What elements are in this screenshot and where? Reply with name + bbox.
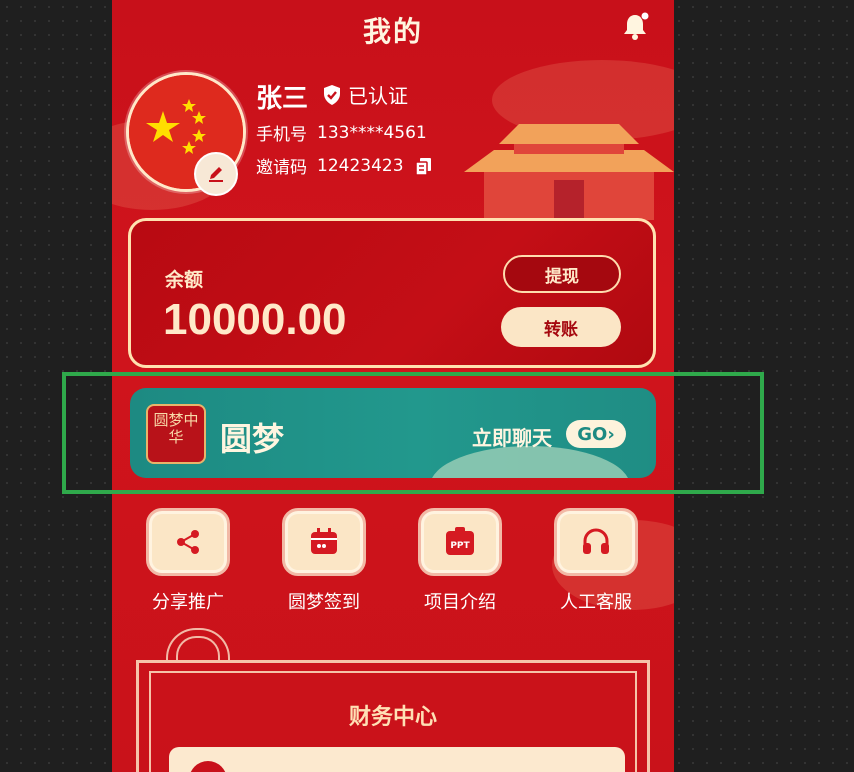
go-button[interactable]: GO› [566,420,626,448]
invite-label: 邀请码 [256,158,307,178]
menu-icon-frame [282,508,366,576]
balance-label: 余额 [165,269,204,291]
balance-value: 10000.00 [163,295,347,344]
menu-item-support[interactable]: 人工客服 [536,508,656,614]
finance-title: 财务中心 [348,705,437,730]
user-name: 张三 [256,84,309,114]
banner-cta[interactable]: 立即聊天 [472,422,552,451]
copy-icon[interactable] [414,156,434,176]
verified-badge: 已认证 [320,80,408,109]
banner-logo: 圆梦中华 [146,404,206,464]
menu-label: 人工客服 [560,592,632,613]
calendar-icon [311,528,337,554]
finance-center-panel: 财务中心 [136,660,650,772]
finance-row[interactable] [169,747,625,772]
balance-card: 余额 10000.00 提现 转账 [128,218,656,368]
invite-value: 12423423 [317,155,404,176]
share-icon [177,530,199,554]
menu-item-share[interactable]: 分享推广 [128,508,248,614]
menu-icon-frame [146,508,230,576]
menu-label: 圆梦签到 [288,592,360,613]
menu-icon-frame [554,508,638,576]
shield-check-icon [324,84,340,105]
headphones-icon [583,528,609,554]
svg-text:PPT: PPT [450,541,470,551]
phone-value: 133****4561 [317,122,427,143]
invite-row: 邀请码 12423423 [256,153,434,178]
finance-row-icon [189,761,227,772]
palace-illustration [464,124,674,220]
bell-icon[interactable] [618,10,652,44]
menu-icon-frame: PPT [418,508,502,576]
phone-row: 手机号 133****4561 [256,120,427,146]
page-title: 我的 [362,15,423,48]
mobile-screen: 我的 张三 已认证 手机号 133****4561 邀请码 12423423 余… [112,0,674,772]
menu-item-project[interactable]: PPT 项目介绍 [400,508,520,614]
menu-label: 分享推广 [152,592,224,613]
edit-avatar-button[interactable] [194,152,238,196]
menu-label: 项目介绍 [424,592,496,613]
ppt-icon: PPT [446,527,474,555]
banner-title: 圆梦 [220,420,285,458]
transfer-button[interactable]: 转账 [501,307,621,347]
verified-label: 已认证 [348,84,408,108]
pencil-icon [209,167,223,182]
menu-item-checkin[interactable]: 圆梦签到 [264,508,384,614]
yuanmeng-chat-banner[interactable]: 圆梦中华 圆梦 立即聊天 GO› [130,388,656,478]
phone-label: 手机号 [256,125,307,145]
withdraw-button[interactable]: 提现 [503,255,621,293]
